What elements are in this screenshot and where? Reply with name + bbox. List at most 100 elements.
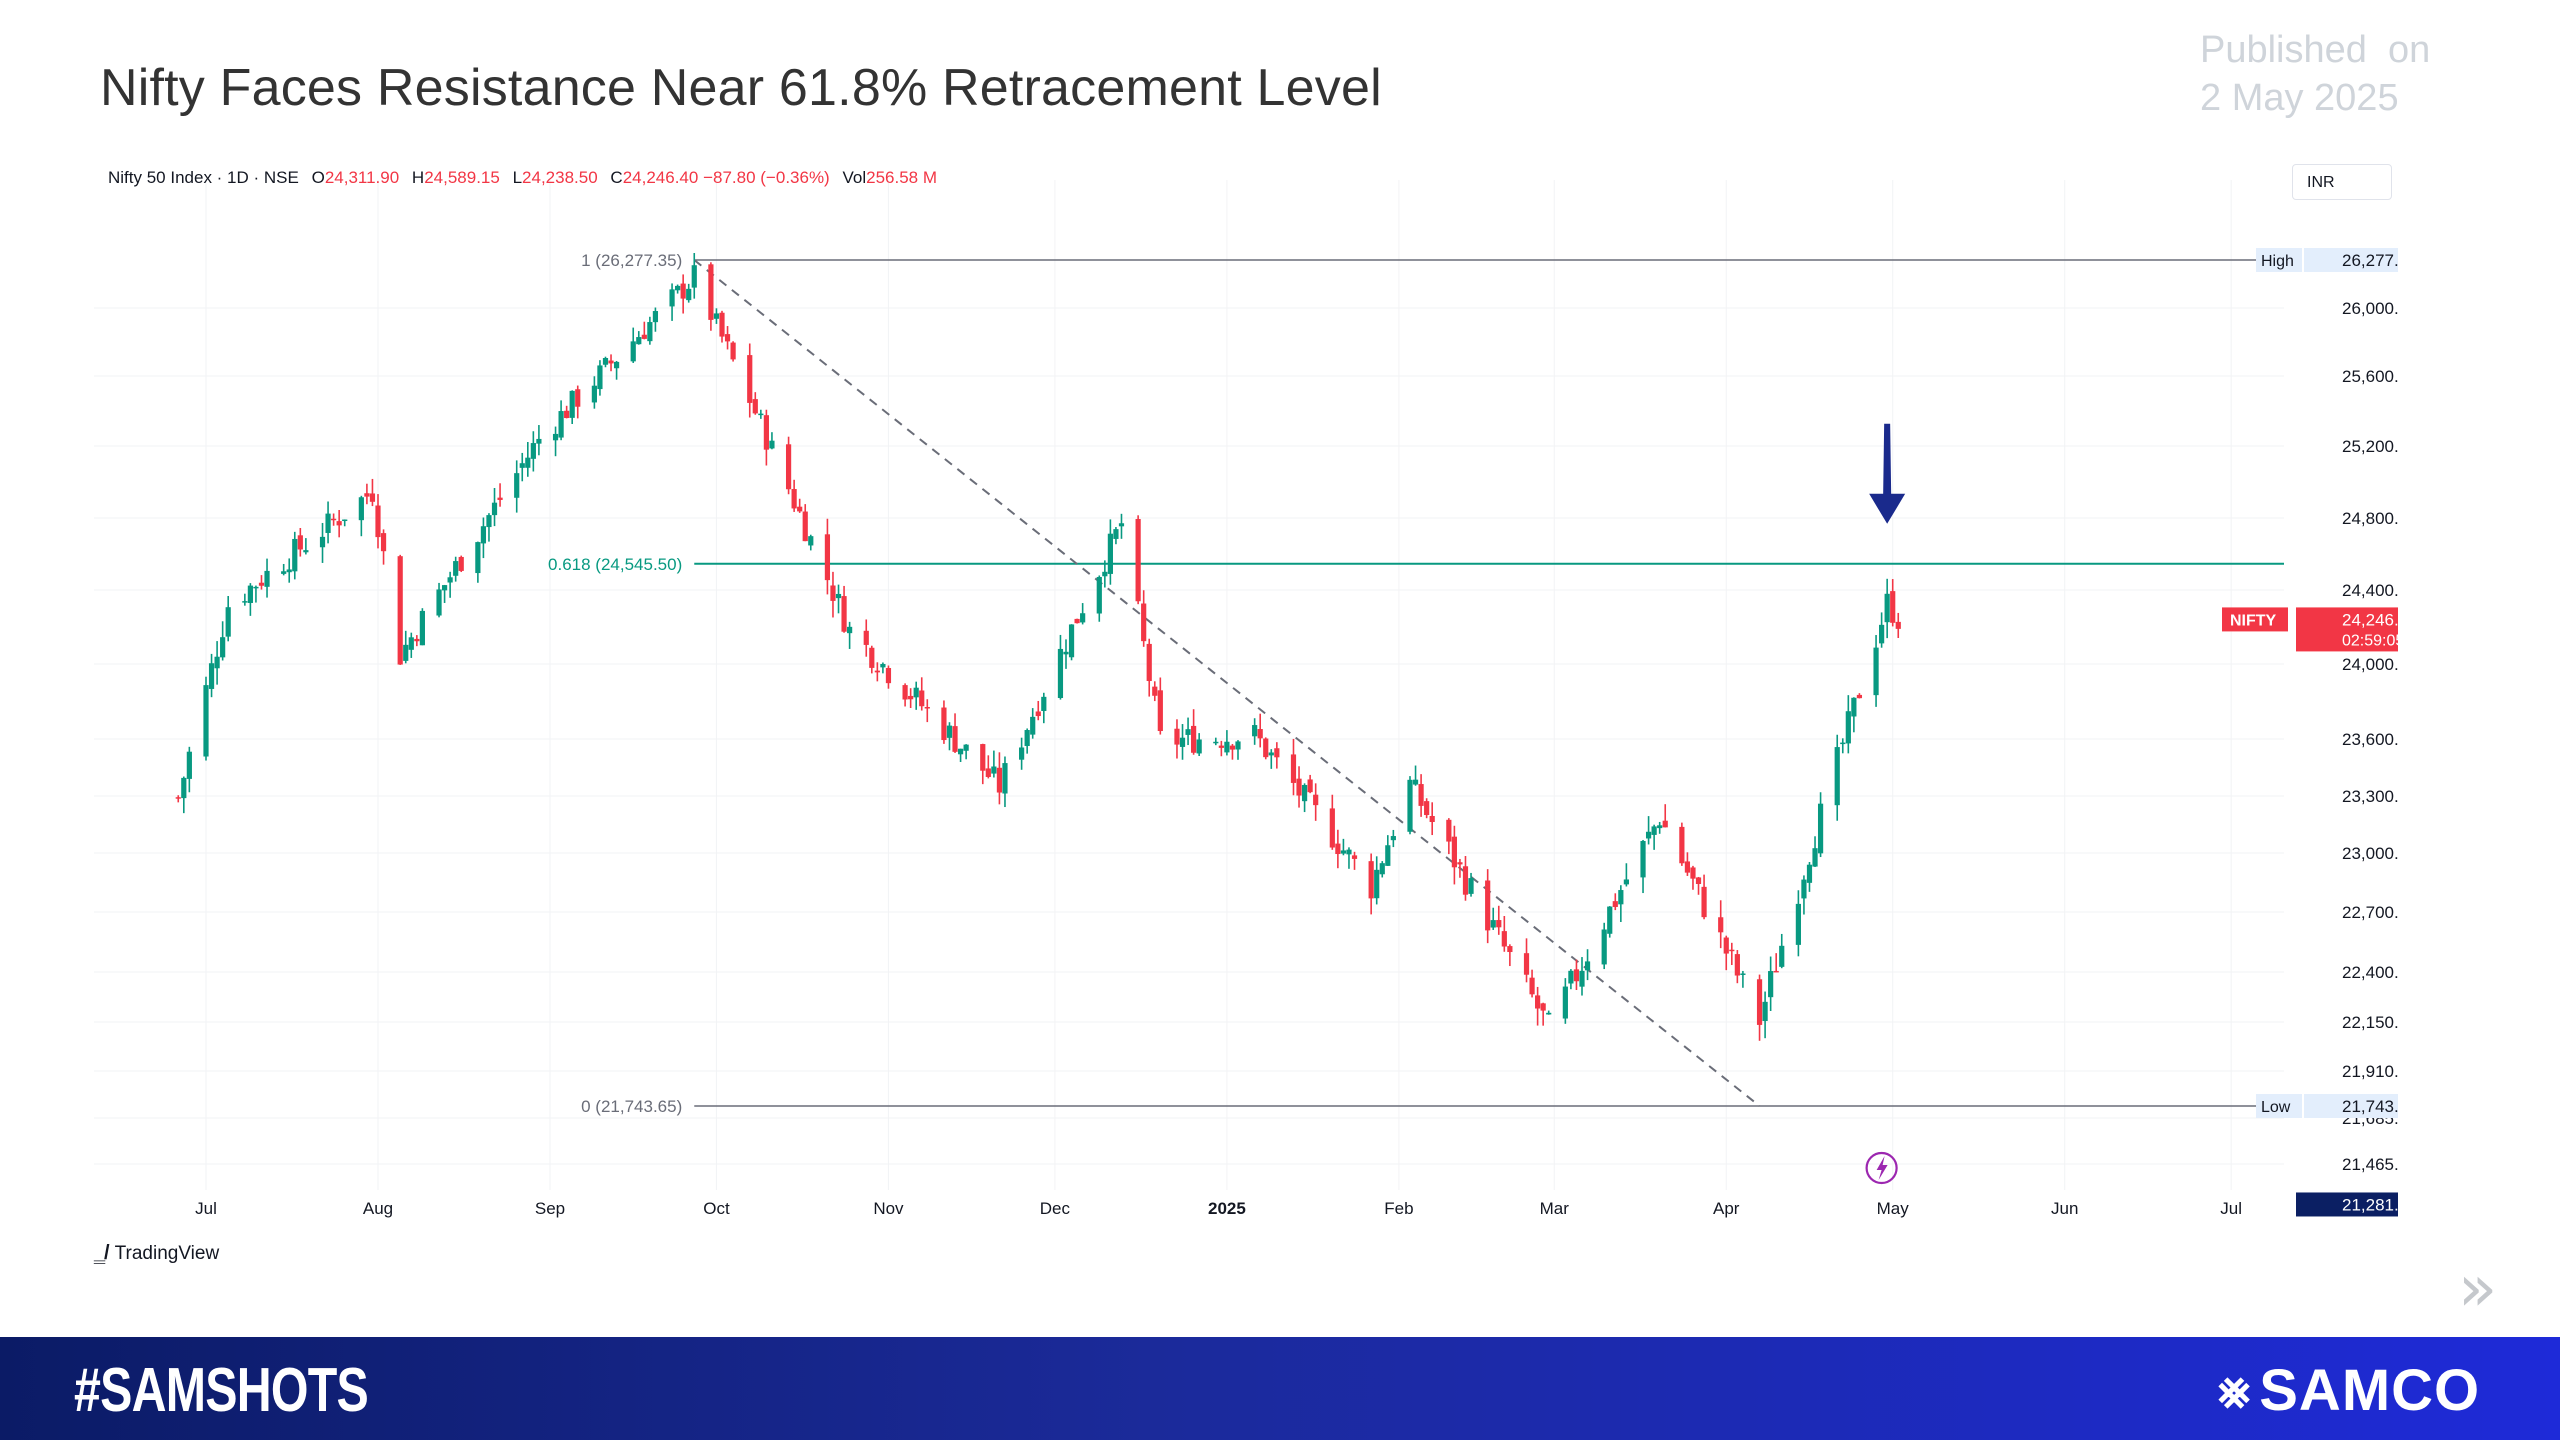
candle-body bbox=[608, 360, 614, 364]
candle-body bbox=[1890, 591, 1896, 623]
candle-body bbox=[419, 610, 425, 646]
candle-body bbox=[957, 748, 964, 755]
samco-logo: ⨳ SAMCO bbox=[2218, 1357, 2480, 1424]
candle-body bbox=[1174, 728, 1180, 745]
candle-body bbox=[175, 797, 181, 799]
last-price-symbol: NIFTY bbox=[2230, 612, 2277, 629]
candle-body bbox=[597, 365, 603, 390]
candle-body bbox=[281, 571, 287, 574]
candle-body bbox=[785, 444, 792, 490]
candle-body bbox=[1229, 745, 1236, 750]
candle-body bbox=[1562, 986, 1568, 1019]
candle-body bbox=[480, 526, 487, 544]
candle-body bbox=[1080, 613, 1086, 623]
candle-body bbox=[1313, 794, 1319, 806]
candle-body bbox=[297, 535, 303, 550]
candle-body bbox=[375, 505, 381, 538]
candle-body bbox=[1346, 849, 1352, 855]
candle-body bbox=[797, 506, 803, 512]
candle-body bbox=[486, 515, 492, 528]
candle-body bbox=[763, 415, 769, 450]
x-tick-label: Dec bbox=[1040, 1199, 1071, 1218]
currency-selector[interactable]: INR bbox=[2292, 164, 2392, 200]
candle-body bbox=[841, 596, 847, 632]
candle-body bbox=[1118, 523, 1125, 527]
candle-body bbox=[952, 726, 958, 752]
y-tick-label: 21,910.00 bbox=[2342, 1062, 2398, 1081]
candle-body bbox=[808, 536, 814, 546]
candle-body bbox=[902, 685, 908, 700]
candle-body bbox=[675, 285, 681, 291]
candle-body bbox=[847, 626, 853, 634]
candle-body bbox=[575, 389, 581, 407]
candle-body bbox=[1024, 730, 1030, 746]
candle-body bbox=[1235, 741, 1241, 750]
x-tick-label: May bbox=[1877, 1199, 1910, 1218]
candle-body bbox=[602, 357, 609, 365]
high-badge-value: 26,277.35 bbox=[2342, 251, 2398, 270]
candle-body bbox=[1529, 977, 1535, 995]
candle-body bbox=[1662, 820, 1668, 828]
candle-body bbox=[835, 593, 842, 599]
candle-body bbox=[1779, 945, 1785, 967]
y-tick-label: 23,300.00 bbox=[2342, 787, 2398, 806]
published-label: Published on bbox=[2200, 29, 2431, 71]
candle-body bbox=[1179, 737, 1186, 747]
candle-body bbox=[613, 361, 620, 369]
candle-body bbox=[1701, 886, 1707, 918]
candle-body bbox=[475, 542, 481, 574]
candle-body bbox=[1057, 648, 1064, 699]
candle-body bbox=[214, 656, 220, 669]
candle-body bbox=[652, 311, 659, 323]
last-price-value: 24,246.40 bbox=[2342, 610, 2398, 629]
candle-body bbox=[863, 630, 869, 645]
candle-body bbox=[1257, 729, 1263, 739]
candle-body bbox=[680, 283, 686, 299]
candle-body bbox=[1030, 716, 1036, 735]
candle-body bbox=[941, 707, 947, 741]
samco-brand-text: SAMCO bbox=[2259, 1358, 2481, 1423]
candle-body bbox=[1041, 696, 1047, 711]
tradingview-label: TradingView bbox=[114, 1242, 220, 1264]
candle-body bbox=[1546, 1012, 1552, 1015]
legend-close: 24,246.40 bbox=[622, 168, 699, 187]
candle-body bbox=[369, 493, 376, 502]
candle-body bbox=[1429, 816, 1435, 822]
candle-body bbox=[242, 601, 248, 603]
candle-body bbox=[1840, 742, 1846, 745]
candle-body bbox=[303, 550, 309, 553]
candle-body bbox=[1523, 953, 1530, 975]
candle-body bbox=[1618, 890, 1624, 905]
candle-body bbox=[1501, 931, 1507, 947]
candle-body bbox=[758, 413, 764, 416]
fib-level-label: 0.618 (24,545.50) bbox=[548, 555, 682, 574]
candle-body bbox=[1074, 618, 1080, 624]
candle-body bbox=[713, 313, 720, 319]
y-tick-label: 23,000.00 bbox=[2342, 844, 2398, 863]
tradingview-logo-icon: ‗/ bbox=[94, 1242, 110, 1264]
next-slide-icon[interactable]: » bbox=[2458, 1252, 2497, 1326]
candle-body bbox=[1734, 954, 1740, 976]
candle-body bbox=[569, 390, 575, 418]
legend-volume: 256.58 M bbox=[866, 168, 937, 187]
candle-body bbox=[564, 410, 570, 419]
candle-body bbox=[253, 586, 259, 589]
chart-canvas[interactable]: 1 (26,277.35) 0.618 (24,545.50) 0 (21,743.… bbox=[94, 160, 2398, 1230]
candle-body bbox=[1756, 979, 1763, 1025]
candle-body bbox=[1157, 690, 1163, 732]
x-tick-label: 2025 bbox=[1208, 1199, 1246, 1218]
candle-body bbox=[380, 533, 387, 552]
candle-body bbox=[963, 744, 969, 751]
candle-body bbox=[669, 289, 675, 307]
candle-body bbox=[980, 744, 986, 771]
candle-body bbox=[1390, 836, 1396, 841]
price-chart[interactable]: 1 (26,277.35) 0.618 (24,545.50) 0 (21,743.… bbox=[94, 160, 2398, 1230]
x-tick-label: Jul bbox=[2220, 1199, 2242, 1218]
candle-body bbox=[1579, 970, 1585, 987]
candle-body bbox=[1723, 937, 1729, 954]
y-tick-label: 22,150.00 bbox=[2342, 1013, 2398, 1032]
candle-body bbox=[1507, 946, 1513, 953]
candle-body bbox=[292, 538, 298, 572]
candle-body bbox=[1718, 917, 1724, 933]
candle-body bbox=[1218, 745, 1224, 748]
